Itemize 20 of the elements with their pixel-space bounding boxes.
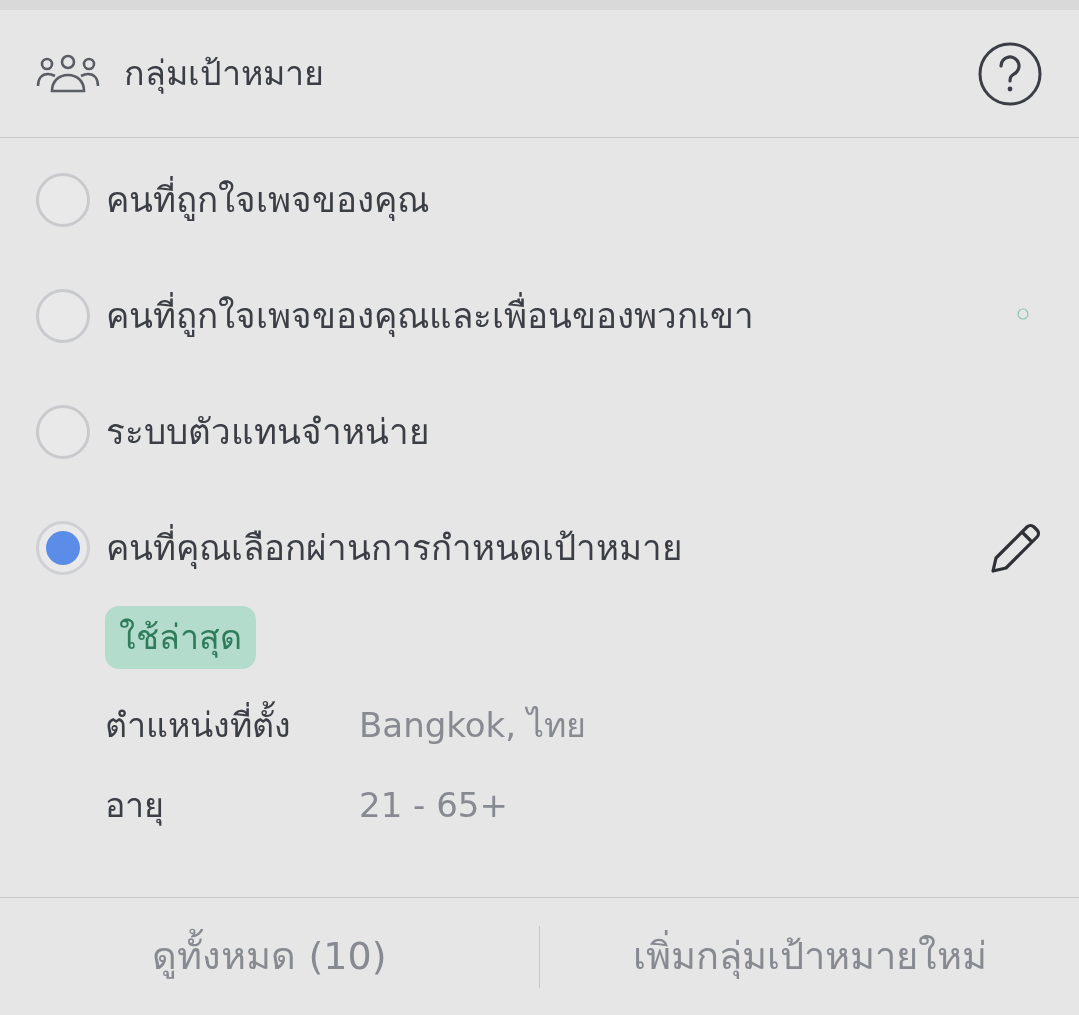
radio-button[interactable] <box>36 521 90 575</box>
radio-button[interactable] <box>36 405 90 459</box>
footer-button[interactable]: ดูทั้งหมด (10) <box>0 898 539 1015</box>
field-value: 21 - 65+ <box>359 783 508 827</box>
radio-button[interactable] <box>36 173 90 227</box>
footer-button[interactable]: เพิ่มกลุ่มเป้าหมายใหม่ <box>540 898 1079 1015</box>
option-label: คนที่คุณเลือกผ่านการกำหนดเป้าหมาย <box>106 521 683 575</box>
help-icon[interactable] <box>977 40 1043 107</box>
recent-tag: ใช้ล่าสุด <box>105 606 256 669</box>
dot-icon <box>1017 308 1029 320</box>
field-value: Bangkok, ไทย <box>359 703 586 747</box>
option-label: คนที่ถูกใจเพจของคุณ <box>106 173 429 227</box>
panel-title: กลุ่มเป้าหมาย <box>124 52 324 96</box>
people-icon <box>36 53 100 94</box>
option-label: คนที่ถูกใจเพจของคุณและเพื่อนของพวกเขา <box>106 289 754 343</box>
radio-button[interactable] <box>36 289 90 343</box>
field-label: ตำแหน่งที่ตั้ง <box>105 699 359 751</box>
pencil-icon[interactable] <box>989 521 1043 575</box>
field-label: อายุ <box>105 783 165 828</box>
option-label: ระบบตัวแทนจำหน่าย <box>106 410 430 454</box>
